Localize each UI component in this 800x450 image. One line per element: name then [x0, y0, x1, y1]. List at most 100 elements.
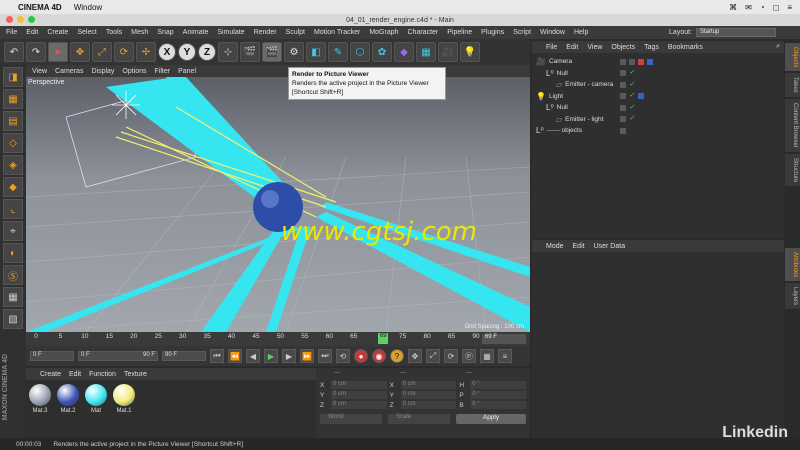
app-menu[interactable]: CINEMA 4D — [18, 3, 62, 12]
next-frame-icon[interactable]: ▶ — [282, 349, 296, 363]
material-menu-texture[interactable]: Texture — [124, 371, 147, 378]
texture-mode-icon[interactable]: ▦ — [3, 89, 23, 109]
model-mode-icon[interactable]: ◨ — [3, 67, 23, 87]
size-z-field[interactable]: 0 cm — [400, 401, 457, 409]
viewport-menu-filter[interactable]: Filter — [155, 68, 171, 75]
loop-icon[interactable]: ⟲ — [336, 349, 350, 363]
coords-icon[interactable]: ⊹ — [218, 42, 238, 62]
viewport-menu-display[interactable]: Display — [91, 68, 114, 75]
status-icon[interactable]: ≡ — [787, 3, 792, 12]
om-menu-tags[interactable]: Tags — [644, 44, 659, 51]
current-frame-field[interactable]: 69 F — [482, 334, 526, 344]
om-menu-edit[interactable]: Edit — [566, 44, 578, 51]
material-menu-function[interactable]: Function — [89, 371, 116, 378]
z-axis-button[interactable]: Z — [198, 43, 216, 61]
om-menu-file[interactable]: File — [546, 44, 557, 51]
viewport-menu-view[interactable]: View — [32, 68, 47, 75]
om-menu-view[interactable]: View — [587, 44, 602, 51]
axis-mode-icon[interactable]: ⌞ — [3, 199, 23, 219]
autokey-icon[interactable]: ◉ — [372, 349, 386, 363]
subdivision-icon[interactable]: ⬡ — [350, 42, 370, 62]
tab-content-browser[interactable]: Content Browser — [785, 99, 800, 152]
menu-tools[interactable]: Tools — [106, 29, 122, 36]
status-icon[interactable]: ◻ — [773, 3, 780, 12]
menu-help[interactable]: Help — [574, 29, 588, 36]
viewport-menu-panel[interactable]: Panel — [178, 68, 196, 75]
rotation-b-field[interactable]: 0 ° — [470, 401, 526, 409]
rotate-icon[interactable]: ⟳ — [114, 42, 134, 62]
redo-icon[interactable]: ↷ — [26, 42, 46, 62]
minimize-button[interactable] — [17, 16, 24, 23]
rotate-key-icon[interactable]: ⟳ — [444, 349, 458, 363]
menu-simulate[interactable]: Simulate — [217, 29, 244, 36]
viewport-menu-cameras[interactable]: Cameras — [55, 68, 83, 75]
menu-render[interactable]: Render — [254, 29, 277, 36]
menu-window[interactable]: Window — [540, 29, 565, 36]
menu-mograph[interactable]: MoGraph — [369, 29, 398, 36]
apply-button[interactable]: Apply — [456, 414, 526, 424]
object-row[interactable]: L⁰ Null ✓ — [532, 68, 784, 80]
menu-file[interactable]: File — [6, 29, 17, 36]
x-axis-button[interactable]: X — [158, 43, 176, 61]
rotation-h-field[interactable]: 0 ° — [470, 381, 526, 389]
object-row[interactable]: ▱ Emitter - camera ✓ — [532, 79, 784, 91]
playhead[interactable]: 69 — [378, 333, 389, 344]
select-icon[interactable]: ➤ — [48, 42, 68, 62]
rotation-p-field[interactable]: 0 ° — [470, 391, 526, 399]
status-icon[interactable]: ⌘ — [729, 3, 737, 12]
camera-icon[interactable]: 🎥 — [438, 42, 458, 62]
transform-icon[interactable]: ✢ — [136, 42, 156, 62]
coord-mode-select[interactable]: World — [320, 414, 382, 424]
search-icon[interactable]: ⌕ — [776, 43, 784, 51]
wifi-icon[interactable]: ◔ — [760, 3, 765, 12]
menu-mesh[interactable]: Mesh — [131, 29, 148, 36]
timeline-menu-icon[interactable]: ≡ — [498, 349, 512, 363]
cube-icon[interactable]: ◧ — [306, 42, 326, 62]
preview-range-slider[interactable]: 0 F 90 F — [78, 351, 158, 361]
pla-key-icon[interactable]: ▦ — [480, 349, 494, 363]
deformer-icon[interactable]: ◆ — [394, 42, 414, 62]
menu-create[interactable]: Create — [47, 29, 68, 36]
menu-snap[interactable]: Snap — [157, 29, 173, 36]
record-icon[interactable]: ● — [354, 349, 368, 363]
keyframe-selection-icon[interactable]: ? — [390, 349, 404, 363]
render-view-icon[interactable]: 🎬 — [240, 42, 260, 62]
tab-layers[interactable]: Layers — [785, 283, 800, 310]
position-y-field[interactable]: 0 cm — [330, 391, 387, 399]
grid-icon[interactable]: ▧ — [3, 309, 23, 329]
om-menu-objects[interactable]: Objects — [611, 44, 635, 51]
tab-takes[interactable]: Takes — [785, 73, 800, 98]
close-button[interactable] — [6, 16, 13, 23]
edges-mode-icon[interactable]: ◈ — [3, 155, 23, 175]
object-row[interactable]: 🎥 Camera — [532, 56, 784, 68]
render-settings-icon[interactable]: ⚙ — [284, 42, 304, 62]
position-z-field[interactable]: 0 cm — [330, 401, 387, 409]
tab-structure[interactable]: Structure — [785, 153, 800, 187]
material-item[interactable]: Mat — [84, 384, 108, 434]
workplane-lock-icon[interactable]: ▦ — [3, 287, 23, 307]
next-key-icon[interactable]: ⏩ — [300, 349, 314, 363]
y-axis-button[interactable]: Y — [178, 43, 196, 61]
menu-character[interactable]: Character — [408, 29, 439, 36]
material-item[interactable]: Mat.1 — [112, 384, 136, 434]
param-key-icon[interactable]: Ⓟ — [462, 349, 476, 363]
light-icon[interactable]: 💡 — [460, 42, 480, 62]
pen-icon[interactable]: ✎ — [328, 42, 348, 62]
workplane-icon[interactable]: ▤ — [3, 111, 23, 131]
previous-frame-icon[interactable]: ◀ — [246, 349, 260, 363]
end-frame-field[interactable]: 90 F — [162, 351, 206, 361]
3d-viewport[interactable]: Perspective Grid Spacing : 100 cm www.cg… — [26, 77, 530, 332]
array-icon[interactable]: ✿ — [372, 42, 392, 62]
menu-edit[interactable]: Edit — [26, 29, 38, 36]
om-menu-bookmarks[interactable]: Bookmarks — [668, 44, 703, 51]
coord-scale-select[interactable]: Scale — [388, 414, 450, 424]
tweak-mode-icon[interactable]: ⌖ — [3, 221, 23, 241]
material-item[interactable]: Mat.3 — [28, 384, 52, 434]
object-row[interactable]: L⁰ Null ✓ — [532, 102, 784, 114]
timeline-ruler[interactable]: 0 5 10 15 20 25 30 35 40 45 50 55 60 65 69 75 80 85 90 69 … — [26, 332, 530, 346]
status-icon[interactable]: ✉ — [745, 3, 752, 12]
move-icon[interactable]: ✥ — [70, 42, 90, 62]
previous-key-icon[interactable]: ⏪ — [228, 349, 242, 363]
layout-select[interactable]: Startup — [696, 28, 776, 37]
snap-settings-icon[interactable]: Ⓢ — [3, 265, 23, 285]
